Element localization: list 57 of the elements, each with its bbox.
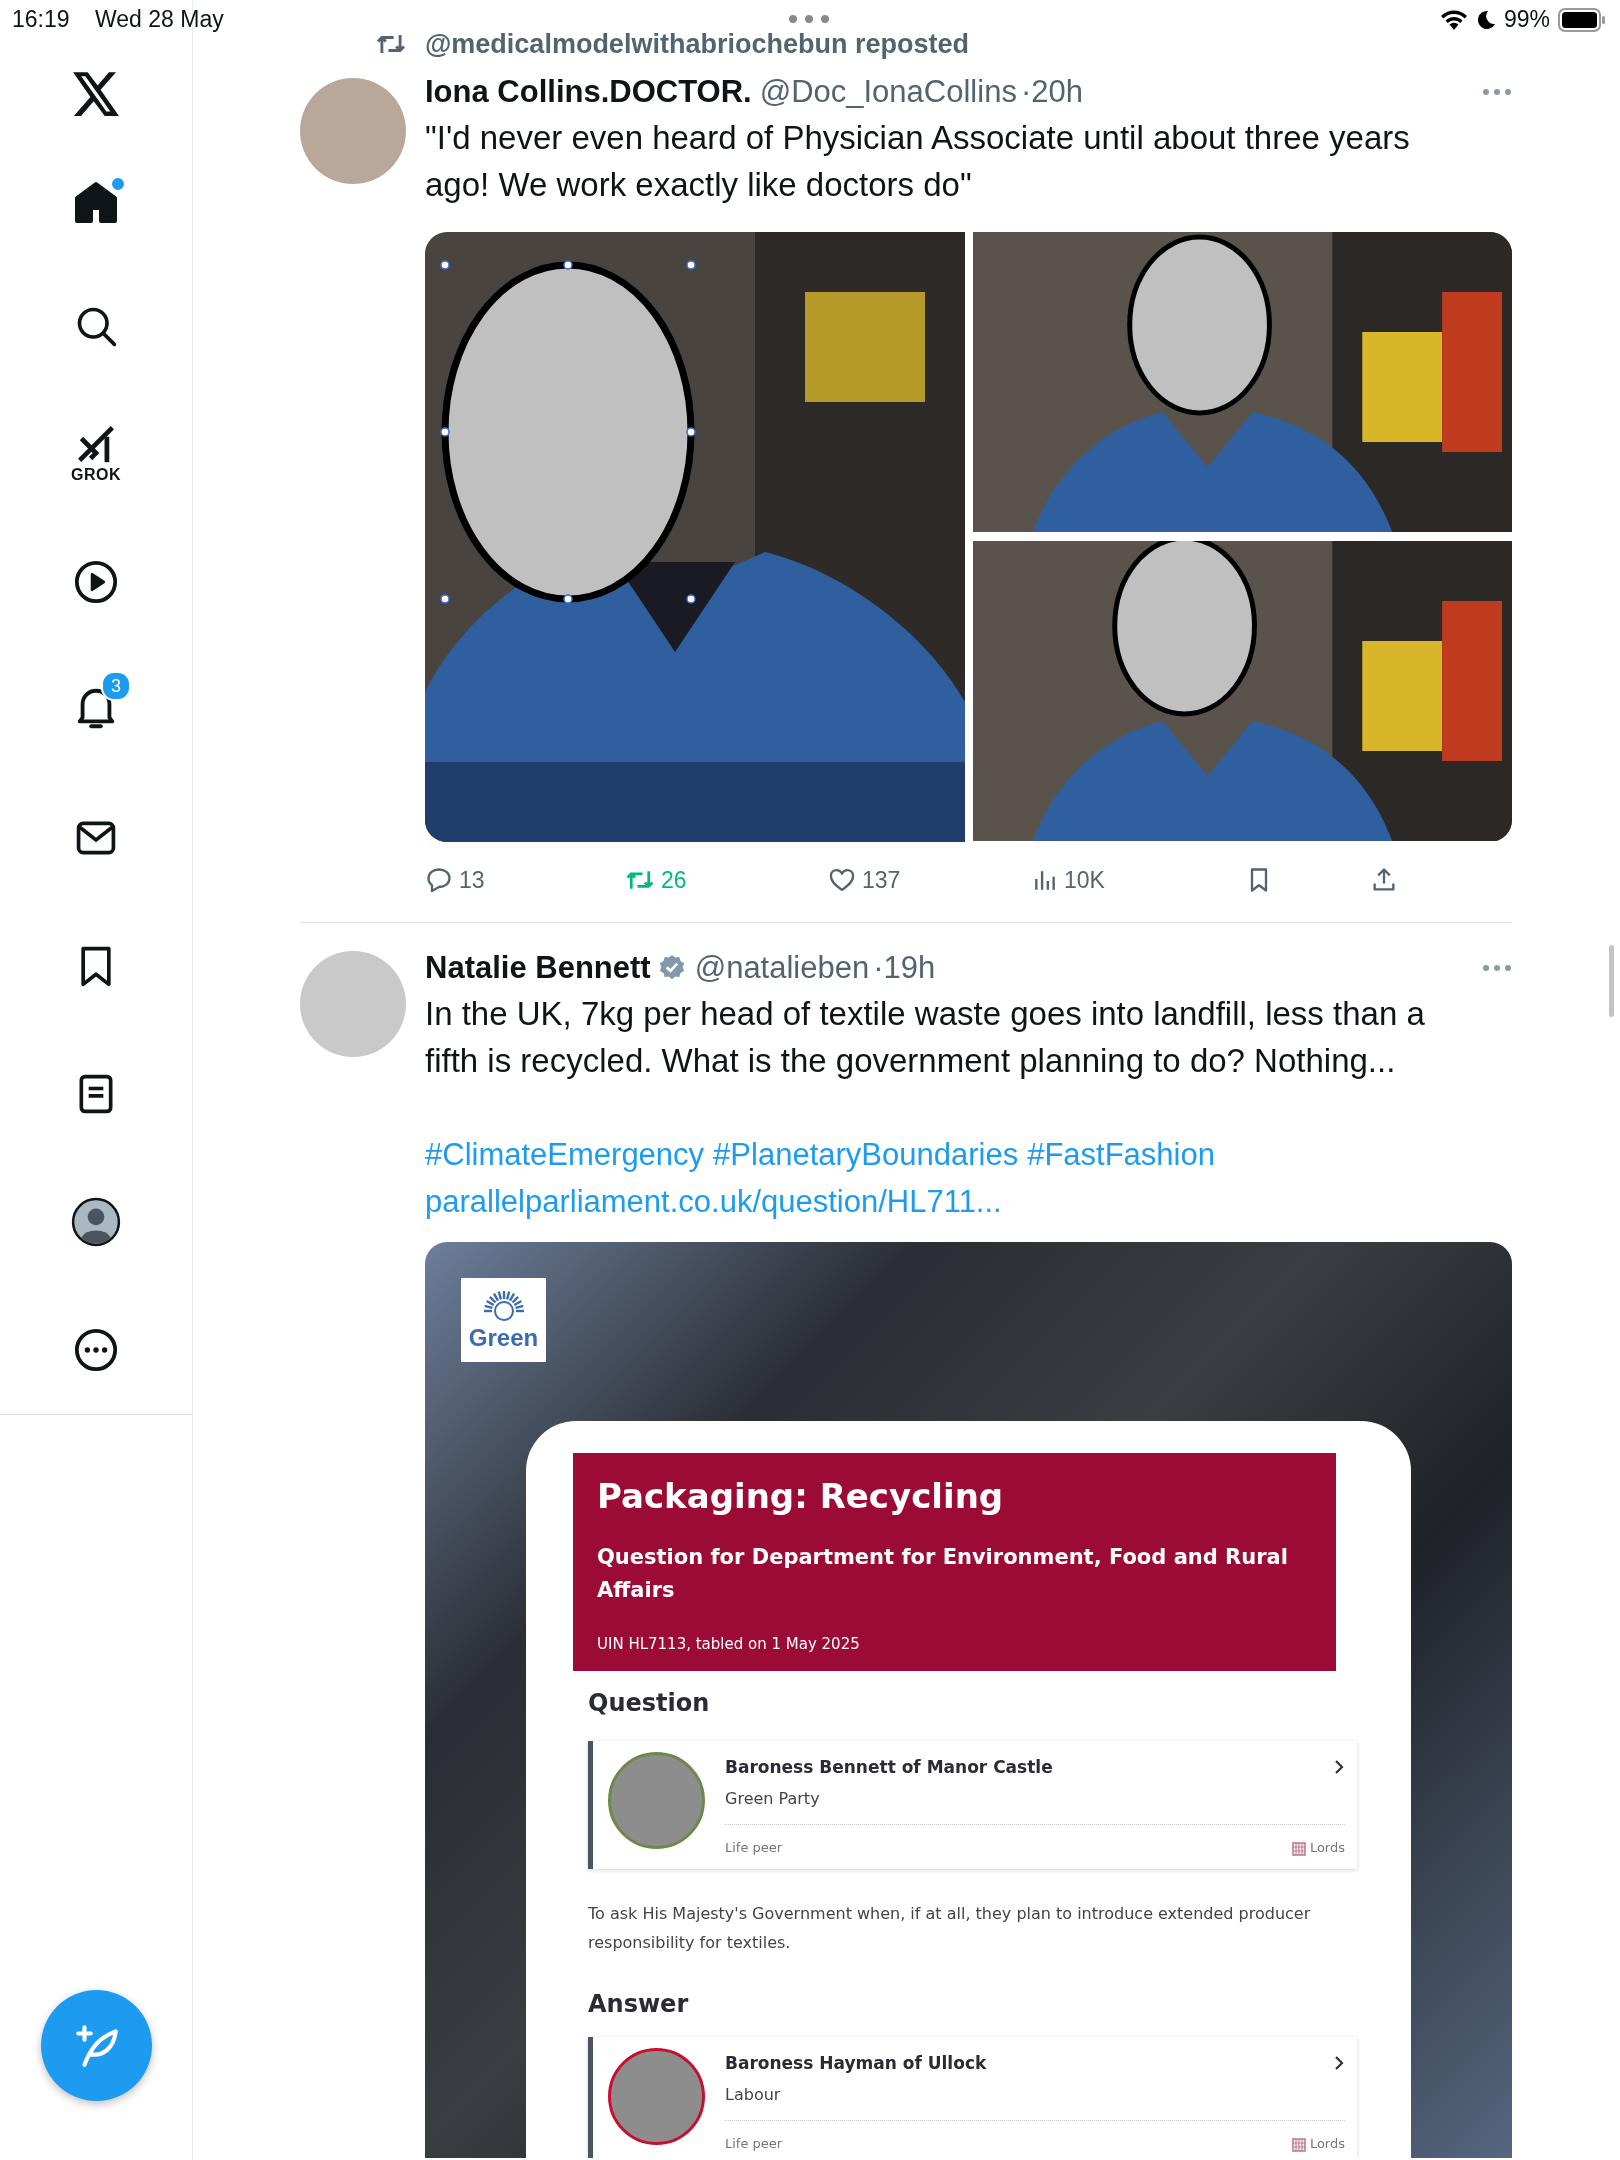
post-text: In the UK, 7kg per head of textile waste goes into landfill, less than a fifth is recycled. What is the government planning to do? Nothing... — [425, 994, 1426, 1081]
video-frame-drawing[interactable] — [973, 541, 1512, 841]
member-card[interactable]: Baroness Bennett of Manor Castle Green Party Life peer Lords — [588, 1741, 1357, 1869]
battery-percentage: 99% — [1503, 6, 1550, 33]
portcullis-icon — [1291, 2136, 1306, 2152]
post-text: "I'd never even heard of Physician Associate until about three years ago! We work exactly like doctors do" — [425, 118, 1411, 205]
more-options-icon[interactable] — [73, 1327, 119, 1373]
author-name[interactable]: Iona Collins.DOCTOR. — [425, 74, 752, 110]
member-role: Life peer — [725, 2135, 783, 2153]
author-handle[interactable]: @Doc_IonaCollins — [759, 74, 1017, 110]
section-heading: Question — [588, 1688, 711, 1719]
post-more-icon[interactable] — [1482, 964, 1512, 972]
wifi-icon — [1439, 8, 1468, 31]
post-time[interactable]: ·20h — [1020, 74, 1083, 110]
post-time[interactable]: ·19h — [873, 950, 936, 986]
status-date: Wed 28 May — [95, 6, 224, 33]
like-action[interactable]: 137 — [828, 866, 1032, 894]
video-frame-drawing[interactable] — [973, 232, 1512, 532]
speech-bubble-icon — [425, 866, 453, 894]
member-role: Life peer — [725, 1839, 783, 1857]
x-logo-icon[interactable] — [71, 70, 121, 118]
profile-avatar-icon[interactable] — [71, 1197, 121, 1247]
battery-icon — [1558, 7, 1606, 32]
portcullis-icon — [1291, 1840, 1306, 1856]
member-name: Baroness Hayman of Ullock — [725, 2053, 987, 2073]
compose-post-button[interactable] — [41, 1990, 152, 2101]
play-icon[interactable] — [73, 559, 119, 605]
reply-action[interactable]: 13 — [425, 866, 625, 894]
member-name: Baroness Bennett of Manor Castle — [725, 1757, 1053, 1777]
member-card[interactable]: Baroness Hayman of Ullock Labour Life peer Lords — [588, 2037, 1357, 2158]
attached-image-background[interactable] — [425, 1242, 1512, 2158]
chevron-right-icon — [1333, 2054, 1345, 2072]
moon-icon — [1475, 8, 1496, 31]
notification-count-badge: 3 — [101, 671, 131, 701]
house-label: Lords — [1309, 1839, 1345, 1857]
page-subtitle: Question for Department for Environment, Food and Rural Affairs — [597, 1544, 1289, 1604]
question-text: To ask His Majesty's Government when, if at all, they plan to introduce extended producer responsibility for textiles. — [588, 1903, 1312, 1954]
house-label: Lords — [1309, 2135, 1345, 2153]
multitasking-dots-icon[interactable] — [787, 14, 831, 24]
page-title: Packaging: Recycling — [597, 1475, 1005, 1518]
unread-dot — [110, 176, 126, 192]
video-frame-drawing[interactable] — [425, 232, 965, 842]
scroll-indicator — [1609, 945, 1614, 1017]
post-more-icon[interactable] — [1482, 88, 1512, 96]
status-time: 16:19 — [12, 6, 70, 33]
member-party: Green Party — [725, 1788, 821, 1810]
section-heading: Answer — [588, 1989, 690, 2020]
grok-nav-item[interactable]: GROK — [69, 422, 123, 486]
party-logo: Green — [461, 1278, 546, 1362]
question-reference: UIN HL7113, tabled on 1 May 2025 — [597, 1634, 861, 1655]
member-party: Labour — [725, 2084, 782, 2106]
views-action[interactable]: 10K — [1032, 866, 1245, 894]
author-handle[interactable]: @natalieben — [694, 950, 870, 986]
author-name[interactable]: Natalie Bennett — [425, 950, 651, 986]
repost-attribution[interactable]: @medicalmodelwithabriochebun reposted — [425, 28, 969, 60]
heart-icon — [828, 866, 856, 894]
chevron-right-icon — [1333, 1758, 1345, 1776]
